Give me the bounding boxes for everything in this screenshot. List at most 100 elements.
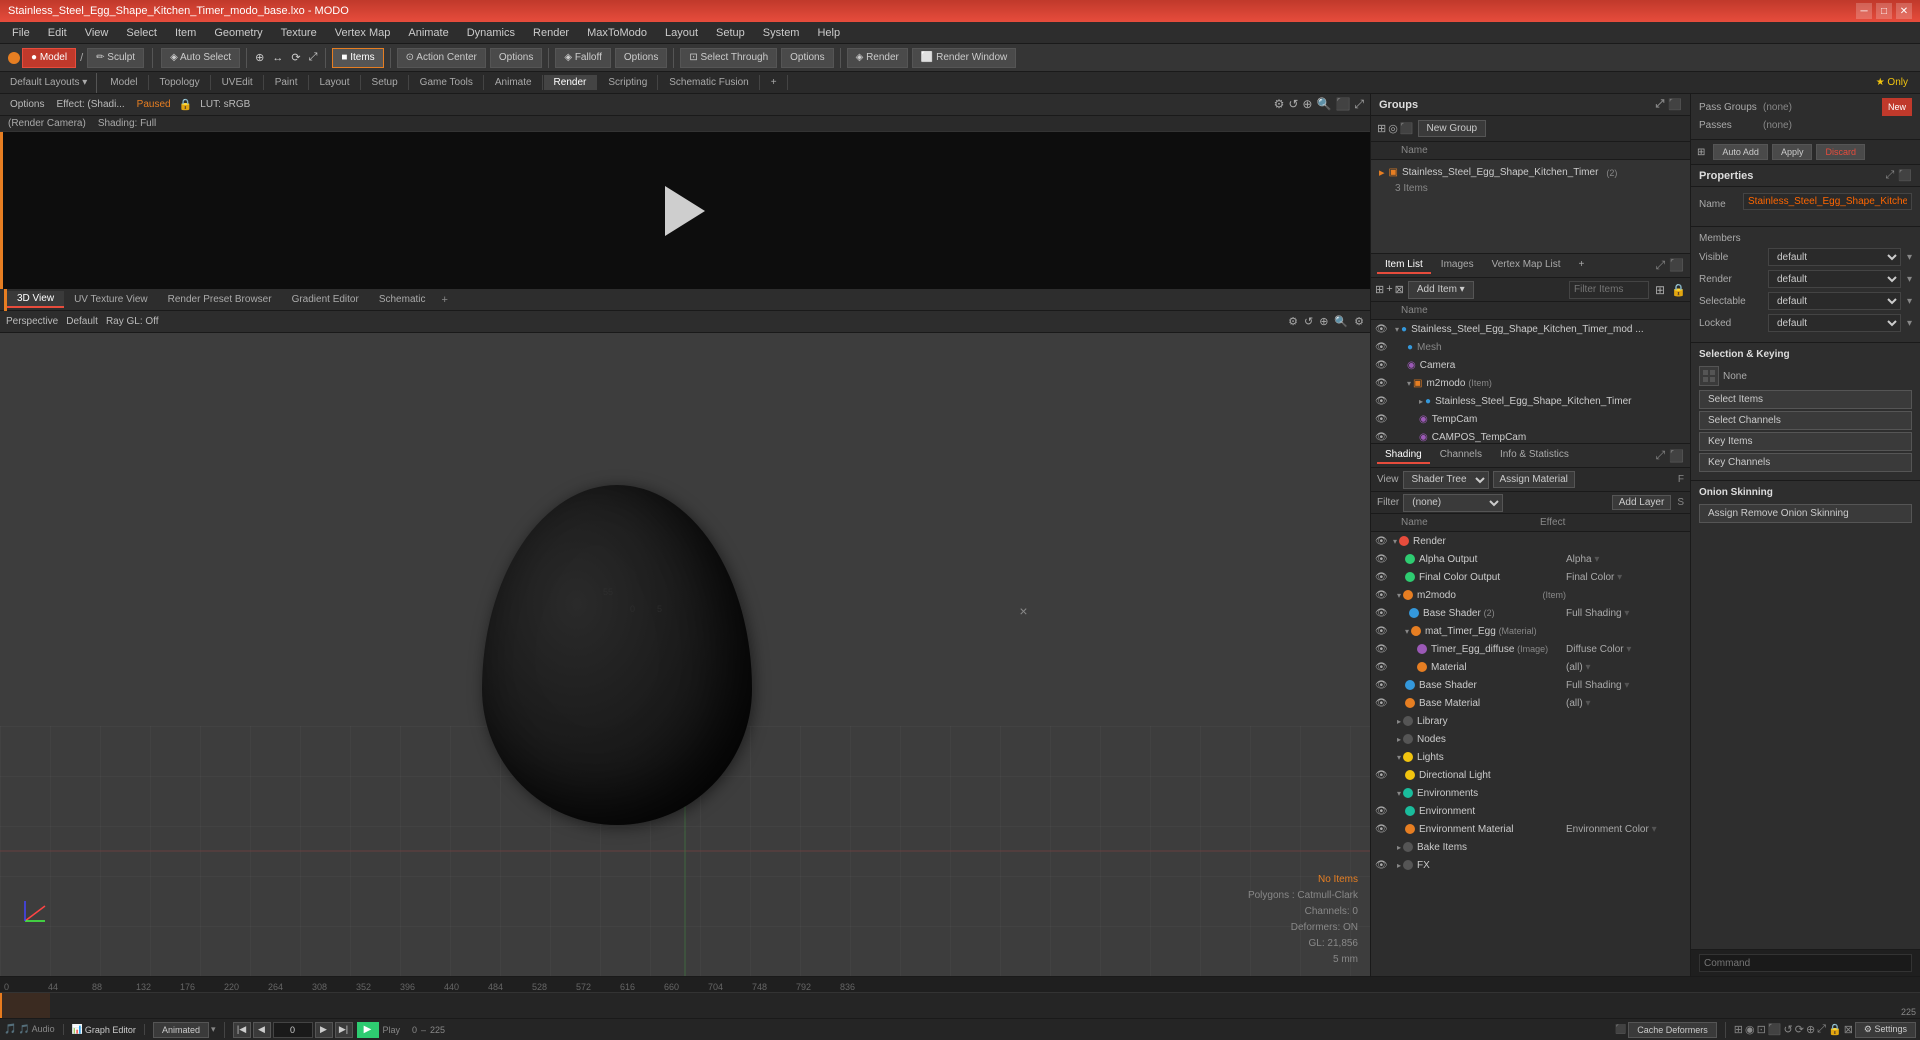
locked-select[interactable]: default xyxy=(1768,314,1901,332)
tab-layout[interactable]: Layout xyxy=(310,75,361,90)
render-icon-6[interactable]: ⤢ xyxy=(1354,97,1364,112)
eye-icon-root[interactable]: 👁 xyxy=(1375,324,1391,335)
sh-environment[interactable]: 👁 Environment xyxy=(1371,802,1690,820)
groups-icon-1[interactable]: ⊞ xyxy=(1377,122,1386,135)
scene-area[interactable]: 55 0 5 N xyxy=(0,333,1370,976)
il-icon-1[interactable]: ⊞ xyxy=(1375,283,1384,296)
render-paused-badge[interactable]: Paused xyxy=(133,99,175,110)
sh-expand-bakeitems[interactable]: ▸ xyxy=(1397,843,1401,852)
trans-icon-8[interactable]: ⤢ xyxy=(1817,1023,1826,1036)
viewport-3d[interactable]: Perspective Default Ray GL: Off ⚙ ↺ ⊕ 🔍 … xyxy=(0,311,1370,976)
sel-icon-none[interactable] xyxy=(1699,366,1719,386)
tab-shading[interactable]: Shading xyxy=(1377,447,1430,464)
viewport-icon-4[interactable]: 🔍 xyxy=(1334,315,1348,328)
groups-icon-2[interactable]: ◎ xyxy=(1388,122,1398,135)
tab-uvedit[interactable]: UVEdit xyxy=(212,75,264,90)
menu-view[interactable]: View xyxy=(77,25,117,41)
render-icon-1[interactable]: ⚙ xyxy=(1274,97,1285,112)
menu-texture[interactable]: Texture xyxy=(273,25,325,41)
auto-select-btn[interactable]: ◈ Auto Select xyxy=(161,48,240,68)
menu-system[interactable]: System xyxy=(755,25,808,41)
groups-expand-icon[interactable]: ⤢ xyxy=(1655,98,1664,111)
options-3-btn[interactable]: Options xyxy=(781,48,833,68)
group-expand-arrow[interactable]: ▸ xyxy=(1379,166,1385,179)
add-item-btn[interactable]: Add Item ▾ xyxy=(1408,281,1474,299)
sh-expand-envs[interactable]: ▾ xyxy=(1397,789,1401,798)
menu-item[interactable]: Item xyxy=(167,25,204,41)
maximize-btn[interactable]: □ xyxy=(1876,3,1892,19)
sh-expand-fx[interactable]: ▸ xyxy=(1397,861,1401,870)
render-icon-4[interactable]: 🔍 xyxy=(1316,97,1331,112)
transform-icon-2[interactable]: ↔ xyxy=(270,52,285,64)
auto-add-btn[interactable]: Auto Add xyxy=(1713,144,1768,160)
sh-eye-baseshader[interactable]: 👁 xyxy=(1375,680,1389,691)
sh-eye-dirlight[interactable]: 👁 xyxy=(1375,770,1389,781)
tab-model[interactable]: Model xyxy=(100,75,148,90)
viewport-shading-mode[interactable]: Default xyxy=(66,316,98,327)
new-group-btn[interactable]: New Group xyxy=(1418,120,1487,137)
sh-bake-items[interactable]: 👁 ▸ Bake Items xyxy=(1371,838,1690,856)
menu-layout[interactable]: Layout xyxy=(657,25,706,41)
sh-mat-timer-egg[interactable]: 👁 ▾ mat_Timer_Egg (Material) xyxy=(1371,622,1690,640)
sh-env-material[interactable]: 👁 Environment Material Environment Color… xyxy=(1371,820,1690,838)
tree-item-tempcam[interactable]: 👁 ◉ TempCam xyxy=(1371,410,1690,428)
il-icon-2[interactable]: + xyxy=(1386,283,1392,296)
trans-icon-2[interactable]: ◉ xyxy=(1745,1023,1755,1036)
sh-filter-select[interactable]: (none) xyxy=(1403,494,1503,512)
tree-expand-m2modo[interactable]: ▾ xyxy=(1407,379,1411,388)
render-btn[interactable]: ◈ Render xyxy=(847,48,908,68)
tree-item-root[interactable]: 👁 ▾ ● Stainless_Steel_Egg_Shape_Kitchen_… xyxy=(1371,320,1690,338)
tab-gradient-editor[interactable]: Gradient Editor xyxy=(282,292,369,307)
tab-item-list[interactable]: Item List xyxy=(1377,257,1431,274)
menu-vertex-map[interactable]: Vertex Map xyxy=(327,25,399,41)
close-btn[interactable]: ✕ xyxy=(1896,3,1912,19)
apply-btn[interactable]: Apply xyxy=(1772,144,1813,160)
tab-images[interactable]: Images xyxy=(1433,257,1482,274)
props-icon-2[interactable]: ⬛ xyxy=(1898,169,1912,182)
tab-add-list[interactable]: + xyxy=(1571,257,1593,274)
sh-expand-mattimeregg[interactable]: ▾ xyxy=(1405,627,1409,636)
sh-library[interactable]: 👁 ▸ Library xyxy=(1371,712,1690,730)
tab-viewport-add[interactable]: + xyxy=(436,292,454,308)
tab-3d-view[interactable]: 3D View xyxy=(7,291,64,308)
tree-item-egg[interactable]: 👁 ▸ ● Stainless_Steel_Egg_Shape_Kitchen_… xyxy=(1371,392,1690,410)
groups-icon-3[interactable]: ⬛ xyxy=(1400,122,1414,135)
sh-eye-finalcolor[interactable]: 👁 xyxy=(1375,572,1389,583)
sh-base-shader[interactable]: 👁 Base Shader Full Shading ▾ xyxy=(1371,676,1690,694)
sh-material-all[interactable]: 👁 Material (all) ▾ xyxy=(1371,658,1690,676)
cache-deformers-btn[interactable]: Cache Deformers xyxy=(1628,1022,1717,1038)
frame-input[interactable] xyxy=(273,1022,313,1038)
menu-file[interactable]: File xyxy=(4,25,38,41)
il-filter-icon[interactable]: ⊞ xyxy=(1655,283,1665,297)
sh-view-select[interactable]: Shader Tree xyxy=(1403,471,1489,489)
tab-schematic[interactable]: Schematic xyxy=(369,292,436,307)
menu-help[interactable]: Help xyxy=(809,25,848,41)
transform-icon-1[interactable]: ⊕ xyxy=(253,51,266,64)
settings-btn[interactable]: ⚙ Settings xyxy=(1855,1022,1916,1038)
trans-icon-7[interactable]: ⊕ xyxy=(1806,1023,1815,1036)
sh-eye-envmat[interactable]: 👁 xyxy=(1375,824,1389,835)
falloff-btn[interactable]: ◈ Falloff xyxy=(555,48,611,68)
groups-panel-icon[interactable]: ⬛ xyxy=(1668,98,1682,111)
sh-timer-egg-diffuse[interactable]: 👁 Timer_Egg_diffuse (Image) Diffuse Colo… xyxy=(1371,640,1690,658)
assign-material-btn[interactable]: Assign Material xyxy=(1493,471,1575,488)
pass-groups-new-btn[interactable]: New xyxy=(1882,98,1912,116)
props-icon-1[interactable]: ⤢ xyxy=(1885,169,1894,182)
render-dropdown-icon[interactable]: ▾ xyxy=(1907,274,1912,285)
discard-btn[interactable]: Discard xyxy=(1816,144,1865,160)
tree-item-camera[interactable]: 👁 ◉ Camera xyxy=(1371,356,1690,374)
menu-edit[interactable]: Edit xyxy=(40,25,75,41)
item-list-panel-icon[interactable]: ⬛ xyxy=(1669,258,1684,273)
sh-eye-basemat[interactable]: 👁 xyxy=(1375,698,1389,709)
tab-render-preset-browser[interactable]: Render Preset Browser xyxy=(158,292,282,307)
model-mode-btn[interactable]: ● Model xyxy=(22,48,76,68)
options-2-btn[interactable]: Options xyxy=(615,48,667,68)
tree-expand-egg[interactable]: ▸ xyxy=(1419,397,1423,406)
tab-game-tools[interactable]: Game Tools xyxy=(410,75,484,90)
eye-icon-tempcam[interactable]: 👁 xyxy=(1375,414,1391,425)
tab-scripting[interactable]: Scripting xyxy=(598,75,658,90)
sculpt-mode-btn[interactable]: ✏ Sculpt xyxy=(87,48,144,68)
sh-directional-light[interactable]: 👁 Directional Light xyxy=(1371,766,1690,784)
trans-icon-4[interactable]: ⬛ xyxy=(1768,1023,1782,1036)
animated-btn[interactable]: Animated xyxy=(153,1022,209,1038)
